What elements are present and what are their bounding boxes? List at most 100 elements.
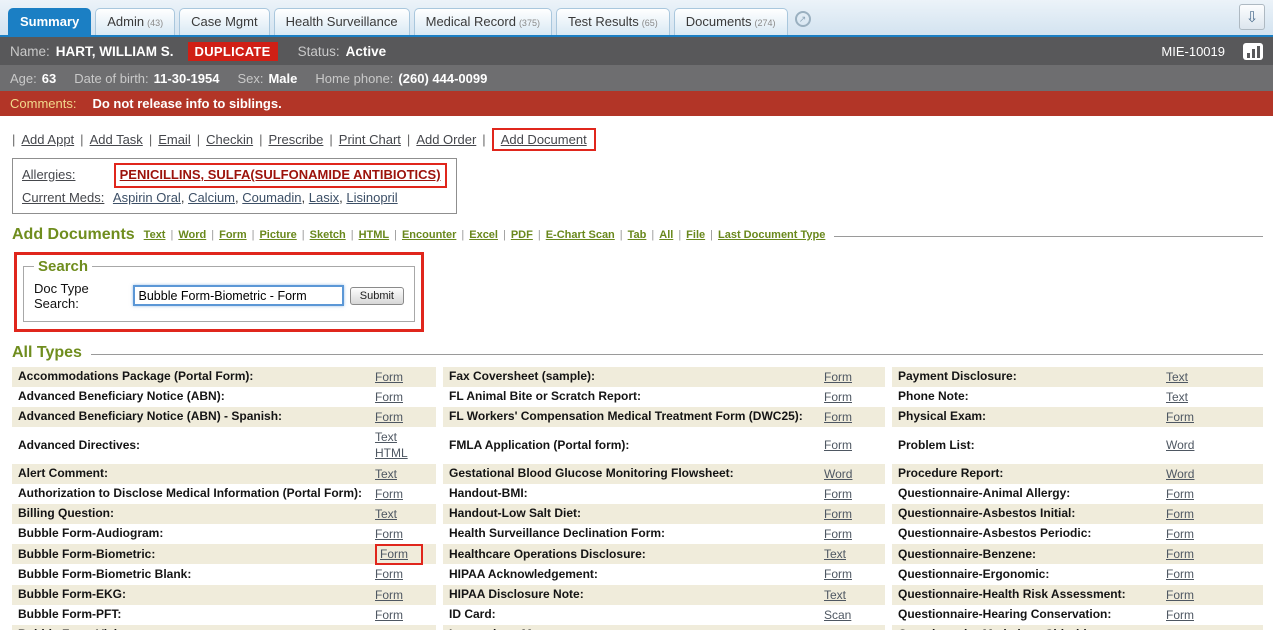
doc-open-link-form[interactable]: Form [375, 486, 403, 502]
filter-word[interactable]: Word [178, 229, 206, 241]
filter-last-document-type[interactable]: Last Document Type [718, 229, 825, 241]
submit-button[interactable]: Submit [350, 287, 404, 305]
filter-html[interactable]: HTML [359, 229, 390, 241]
doc-open-link-text[interactable]: Text [824, 546, 846, 562]
doc-open-link-form[interactable]: Form [824, 409, 852, 425]
separator: , [302, 190, 309, 205]
doc-type-label: Questionnaire-Animal Allergy: [898, 486, 1166, 502]
tab-label: Summary [20, 14, 79, 29]
action-add-document[interactable]: Add Document [501, 132, 587, 147]
med-lasix[interactable]: Lasix [309, 190, 339, 205]
doc-type-cell: Bubble Form-Audiogram:Form [12, 524, 436, 544]
tab-admin[interactable]: Admin(43) [95, 8, 175, 35]
action-prescribe[interactable]: Prescribe [268, 132, 323, 147]
filter-sketch[interactable]: Sketch [310, 229, 346, 241]
doc-open-link-form[interactable]: Form [375, 544, 423, 565]
search-panel: Search Doc Type Search: Submit [23, 258, 415, 322]
doc-open-link-form[interactable]: Form [1166, 506, 1194, 522]
doc-open-link-form[interactable]: Form [1166, 607, 1194, 623]
action-add-appt[interactable]: Add Appt [21, 132, 74, 147]
doc-type-label: Payment Disclosure: [898, 369, 1166, 385]
action-add-task[interactable]: Add Task [90, 132, 143, 147]
doc-open-link-form[interactable]: Form [824, 506, 852, 522]
bar-chart-icon[interactable] [1243, 43, 1263, 60]
doc-open-link-text[interactable]: Text [375, 506, 397, 522]
action-checkin[interactable]: Checkin [206, 132, 253, 147]
doc-open-link-form[interactable]: Form [824, 526, 852, 542]
doc-open-link-text[interactable]: Text [375, 429, 397, 445]
doc-open-link-word[interactable]: Word [1166, 437, 1194, 453]
filter-encounter[interactable]: Encounter [402, 229, 456, 241]
doc-type-search-input[interactable] [133, 285, 344, 306]
doc-open-link-form[interactable]: Form [375, 566, 403, 582]
doc-open-link-text[interactable]: Text [824, 587, 846, 603]
tab-case-mgmt[interactable]: Case Mgmt [179, 8, 269, 35]
doc-open-link-form[interactable]: Form [375, 607, 403, 623]
doc-type-links: Form [375, 369, 431, 385]
doc-open-link-form[interactable]: Form [1166, 546, 1194, 562]
doc-open-link-form[interactable]: Form [824, 389, 852, 405]
doc-open-link-text[interactable]: Text [1166, 369, 1188, 385]
filter-file[interactable]: File [686, 229, 705, 241]
med-calcium[interactable]: Calcium [188, 190, 235, 205]
doc-open-link-word[interactable]: Word [1166, 466, 1194, 482]
tab-health-surveillance[interactable]: Health Surveillance [274, 8, 410, 35]
separator: | [80, 132, 83, 147]
action-add-order[interactable]: Add Order [416, 132, 476, 147]
tab-count: (43) [147, 18, 163, 28]
doc-type-row: Billing Question:TextHandout-Low Salt Di… [12, 504, 1263, 524]
separator: | [197, 132, 200, 147]
doc-open-link-form[interactable]: Form [824, 369, 852, 385]
doc-type-links: Form [375, 409, 431, 425]
tab-label: Documents [686, 14, 752, 29]
doc-open-link-html[interactable]: HTML [375, 445, 408, 461]
allergy-value-link[interactable]: PENICILLINS, SULFA(SULFONAMIDE ANTIBIOTI… [120, 167, 441, 182]
doc-open-link-text[interactable]: Text [375, 466, 397, 482]
tab-documents[interactable]: Documents(274) [674, 8, 788, 35]
doc-open-link-form[interactable]: Form [824, 437, 852, 453]
filter-excel[interactable]: Excel [469, 229, 498, 241]
doc-open-link-form[interactable]: Form [824, 566, 852, 582]
doc-open-link-form[interactable]: Form [1166, 526, 1194, 542]
doc-type-row: Bubble Form-Biometric Blank:FormHIPAA Ac… [12, 564, 1263, 584]
med-lisinopril[interactable]: Lisinopril [346, 190, 397, 205]
med-coumadin[interactable]: Coumadin [242, 190, 301, 205]
doc-type-cell: Authorization to Disclose Medical Inform… [12, 484, 436, 504]
filter-tab[interactable]: Tab [628, 229, 647, 241]
doc-open-link-word[interactable]: Word [824, 466, 852, 482]
tab-medical-record[interactable]: Medical Record(375) [414, 8, 552, 35]
tab-label: Medical Record [426, 14, 516, 29]
doc-open-link-form[interactable]: Form [1166, 409, 1194, 425]
filter-all[interactable]: All [659, 229, 673, 241]
filter-form[interactable]: Form [219, 229, 247, 241]
tab-summary[interactable]: Summary [8, 8, 91, 35]
doc-open-link-form[interactable]: Form [1166, 486, 1194, 502]
med-aspirin-oral[interactable]: Aspirin Oral [113, 190, 181, 205]
tab-test-results[interactable]: Test Results(65) [556, 8, 670, 35]
doc-type-label: Physical Exam: [898, 409, 1166, 425]
doc-type-cell: Gestational Blood Glucose Monitoring Flo… [443, 464, 885, 484]
action-email[interactable]: Email [158, 132, 191, 147]
filter-pdf[interactable]: PDF [511, 229, 533, 241]
separator: | [710, 229, 713, 241]
doc-open-link-form[interactable]: Form [824, 486, 852, 502]
doc-open-link-form[interactable]: Form [375, 389, 403, 405]
doc-open-link-form[interactable]: Form [1166, 566, 1194, 582]
current-meds-link[interactable]: Current Meds: [22, 188, 110, 209]
doc-open-link-form[interactable]: Form [375, 587, 403, 603]
doc-open-link-form[interactable]: Form [375, 369, 403, 385]
doc-open-link-form[interactable]: Form [1166, 587, 1194, 603]
doc-open-link-form[interactable]: Form [375, 409, 403, 425]
filter-text[interactable]: Text [144, 229, 166, 241]
doc-open-link-text[interactable]: Text [1166, 389, 1188, 405]
filter-picture[interactable]: Picture [259, 229, 296, 241]
header-toggle-button[interactable]: ⇩ [1239, 4, 1265, 30]
filter-e-chart-scan[interactable]: E-Chart Scan [546, 229, 615, 241]
action-print-chart[interactable]: Print Chart [339, 132, 401, 147]
tab-options-icon[interactable]: ↗ [795, 11, 811, 27]
doc-open-link-scan[interactable]: Scan [824, 607, 851, 623]
allergies-link[interactable]: Allergies: [22, 165, 110, 186]
doc-type-links: Form [1166, 409, 1258, 425]
doc-open-link-form[interactable]: Form [375, 526, 403, 542]
allergies-row: Allergies: PENICILLINS, SULFA(SULFONAMID… [22, 163, 447, 188]
